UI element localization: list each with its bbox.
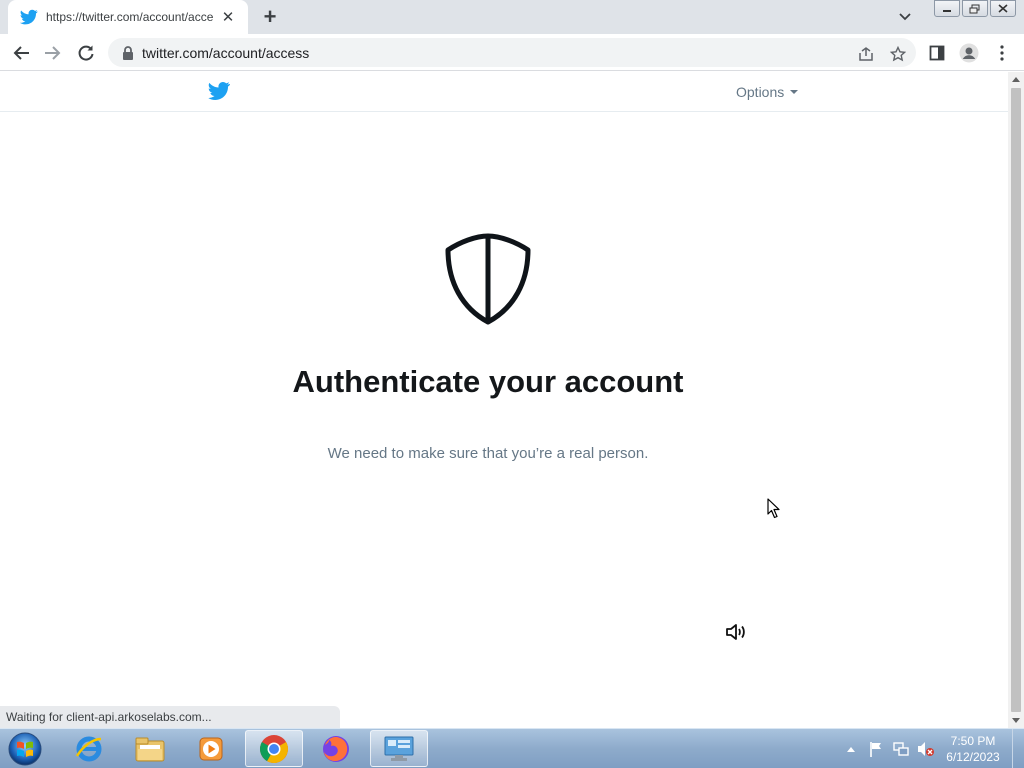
chrome-icon bbox=[260, 734, 288, 763]
url-text: twitter.com/account/access bbox=[142, 44, 310, 61]
taskbar-internet-explorer[interactable] bbox=[60, 730, 118, 767]
system-tray bbox=[842, 729, 942, 768]
status-bubble: Waiting for client-api.arkoselabs.com... bbox=[0, 706, 340, 728]
folder-icon bbox=[135, 737, 165, 761]
scroll-thumb[interactable] bbox=[1011, 88, 1021, 712]
tab-search-chevron-icon[interactable] bbox=[895, 7, 915, 27]
forward-arrow-icon bbox=[45, 46, 61, 60]
back-arrow-icon bbox=[13, 46, 29, 60]
clock-time: 7:50 PM bbox=[950, 734, 996, 748]
reload-button[interactable] bbox=[73, 40, 99, 66]
page-subtitle: We need to make sure that you’re a real … bbox=[327, 445, 649, 462]
side-panel-icon bbox=[929, 45, 945, 61]
page-content: Options Authenticate your account We nee… bbox=[0, 72, 1008, 728]
back-button[interactable] bbox=[8, 40, 34, 66]
kebab-menu-icon bbox=[1000, 45, 1004, 61]
taskbar-firefox[interactable] bbox=[307, 730, 365, 767]
taskbar-clock[interactable]: 7:50 PM 6/12/2023 bbox=[942, 733, 1004, 765]
profile-avatar-icon bbox=[959, 43, 979, 63]
taskbar-remote-desktop[interactable] bbox=[370, 730, 428, 767]
internet-explorer-icon bbox=[75, 736, 102, 761]
network-icon[interactable] bbox=[892, 740, 910, 758]
action-center-flag-icon[interactable] bbox=[867, 740, 885, 758]
show-hidden-icons-arrow-icon[interactable] bbox=[842, 740, 860, 758]
profile-button[interactable] bbox=[956, 40, 982, 66]
start-button[interactable] bbox=[6, 731, 44, 767]
tab-strip: https://twitter.com/account/acce ✕ + bbox=[0, 0, 1024, 34]
page-title: Authenticate your account bbox=[292, 364, 684, 399]
browser-toolbar: twitter.com/account/access bbox=[0, 34, 1024, 71]
share-icon[interactable] bbox=[856, 44, 876, 64]
close-window-button[interactable] bbox=[990, 0, 1016, 17]
firefox-icon bbox=[323, 735, 349, 762]
browser-tab[interactable]: https://twitter.com/account/acce ✕ bbox=[8, 0, 248, 34]
scroll-up-arrow-icon[interactable] bbox=[1012, 77, 1020, 82]
volume-muted-icon[interactable] bbox=[917, 740, 935, 758]
address-bar[interactable]: twitter.com/account/access bbox=[108, 38, 916, 67]
restore-button[interactable] bbox=[962, 0, 988, 17]
tab-title: https://twitter.com/account/acce bbox=[46, 10, 214, 24]
new-tab-button[interactable]: + bbox=[258, 4, 282, 29]
side-panel-button[interactable] bbox=[924, 40, 950, 66]
windows-start-orb-icon bbox=[8, 732, 42, 766]
tab-close-icon[interactable]: ✕ bbox=[218, 7, 238, 27]
clock-date: 6/12/2023 bbox=[946, 750, 1000, 764]
window-controls bbox=[932, 0, 1016, 18]
taskbar-windows-explorer[interactable] bbox=[121, 730, 179, 767]
minimize-button[interactable] bbox=[934, 0, 960, 17]
windows-taskbar: 7:50 PM 6/12/2023 bbox=[0, 728, 1024, 768]
shield-icon bbox=[445, 233, 531, 325]
media-player-icon bbox=[199, 737, 223, 760]
reload-icon bbox=[78, 45, 94, 61]
options-label: Options bbox=[736, 84, 785, 100]
forward-button[interactable] bbox=[40, 40, 66, 66]
vertical-scrollbar[interactable] bbox=[1008, 72, 1024, 728]
twitter-favicon-icon bbox=[20, 9, 38, 25]
mouse-cursor-icon bbox=[767, 498, 780, 519]
bookmark-star-icon[interactable] bbox=[888, 44, 908, 64]
twitter-logo-icon[interactable] bbox=[208, 81, 230, 101]
taskbar-chrome[interactable] bbox=[245, 730, 303, 767]
show-desktop-button[interactable] bbox=[1012, 729, 1024, 768]
browser-menu-button[interactable] bbox=[989, 40, 1015, 66]
scroll-down-arrow-icon[interactable] bbox=[1012, 718, 1020, 723]
options-dropdown[interactable]: Options bbox=[736, 84, 799, 100]
lock-icon[interactable] bbox=[122, 45, 134, 60]
remote-desktop-icon bbox=[384, 736, 414, 761]
caret-down-icon bbox=[790, 90, 799, 94]
audio-challenge-speaker-icon[interactable] bbox=[724, 620, 748, 644]
site-header: Options bbox=[0, 72, 1008, 112]
taskbar-media-player[interactable] bbox=[182, 730, 240, 767]
screen: https://twitter.com/account/acce ✕ + twi… bbox=[0, 0, 1024, 768]
